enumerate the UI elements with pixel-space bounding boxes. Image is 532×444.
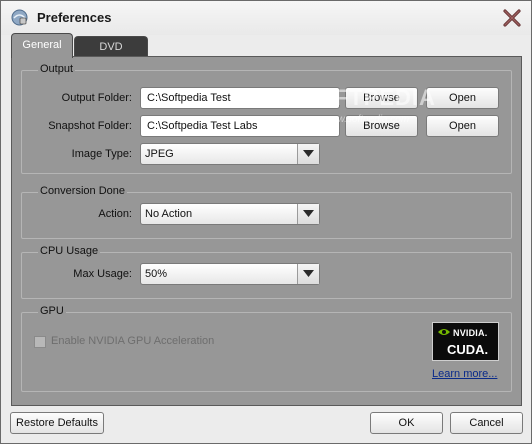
tab-general[interactable]: General: [11, 33, 73, 58]
nvidia-eye-icon: [438, 329, 450, 335]
snapshot-browse-button[interactable]: Browse: [345, 115, 418, 137]
output-browse-button[interactable]: Browse: [345, 87, 418, 109]
enable-gpu-label: Enable NVIDIA GPU Acceleration: [51, 335, 215, 347]
window-title: Preferences: [37, 10, 112, 25]
max-usage-value: 50%: [145, 268, 168, 280]
cancel-button[interactable]: Cancel: [450, 412, 523, 434]
output-folder-field[interactable]: C:\Softpedia Test: [140, 87, 340, 109]
gpu-group-title: GPU: [38, 305, 66, 317]
tab-dvd[interactable]: DVD: [74, 36, 148, 57]
tab-bar: General DVD: [11, 33, 521, 58]
preferences-window: Preferences General DVD Output Output Fo…: [0, 0, 532, 444]
action-value: No Action: [145, 208, 193, 220]
cpu-group-title: CPU Usage: [38, 245, 101, 257]
output-group-title: Output: [38, 63, 76, 75]
max-usage-label: Max Usage:: [73, 268, 132, 280]
snapshot-folder-field[interactable]: C:\Softpedia Test Labs: [140, 115, 340, 137]
output-folder-label: Output Folder:: [61, 92, 132, 104]
image-type-value: JPEG: [145, 148, 174, 160]
conversion-group-title: Conversion Done: [38, 185, 127, 197]
max-usage-select[interactable]: 50%: [140, 263, 320, 285]
chevron-down-icon[interactable]: [297, 144, 319, 164]
action-label: Action:: [98, 208, 132, 220]
close-icon[interactable]: [501, 7, 523, 29]
image-type-label: Image Type:: [71, 148, 132, 160]
cuda-logo-text: CUDA.: [447, 342, 489, 357]
chevron-down-icon[interactable]: [297, 264, 319, 284]
restore-defaults-button[interactable]: Restore Defaults: [10, 412, 104, 434]
nvidia-cuda-badge: NVIDIA. CUDA.: [432, 322, 499, 361]
general-panel: Output Output Folder: C:\Softpedia Test …: [11, 56, 522, 406]
enable-gpu-checkbox[interactable]: [34, 336, 46, 348]
title-bar: Preferences: [1, 1, 531, 35]
snapshot-open-button[interactable]: Open: [426, 115, 499, 137]
image-type-select[interactable]: JPEG: [140, 143, 320, 165]
nvidia-logo-text: NVIDIA.: [453, 328, 488, 338]
app-icon: [11, 9, 28, 26]
learn-more-link[interactable]: Learn more...: [432, 368, 497, 380]
output-open-button[interactable]: Open: [426, 87, 499, 109]
snapshot-folder-label: Snapshot Folder:: [48, 120, 132, 132]
ok-button[interactable]: OK: [370, 412, 443, 434]
chevron-down-icon[interactable]: [297, 204, 319, 224]
action-select[interactable]: No Action: [140, 203, 320, 225]
